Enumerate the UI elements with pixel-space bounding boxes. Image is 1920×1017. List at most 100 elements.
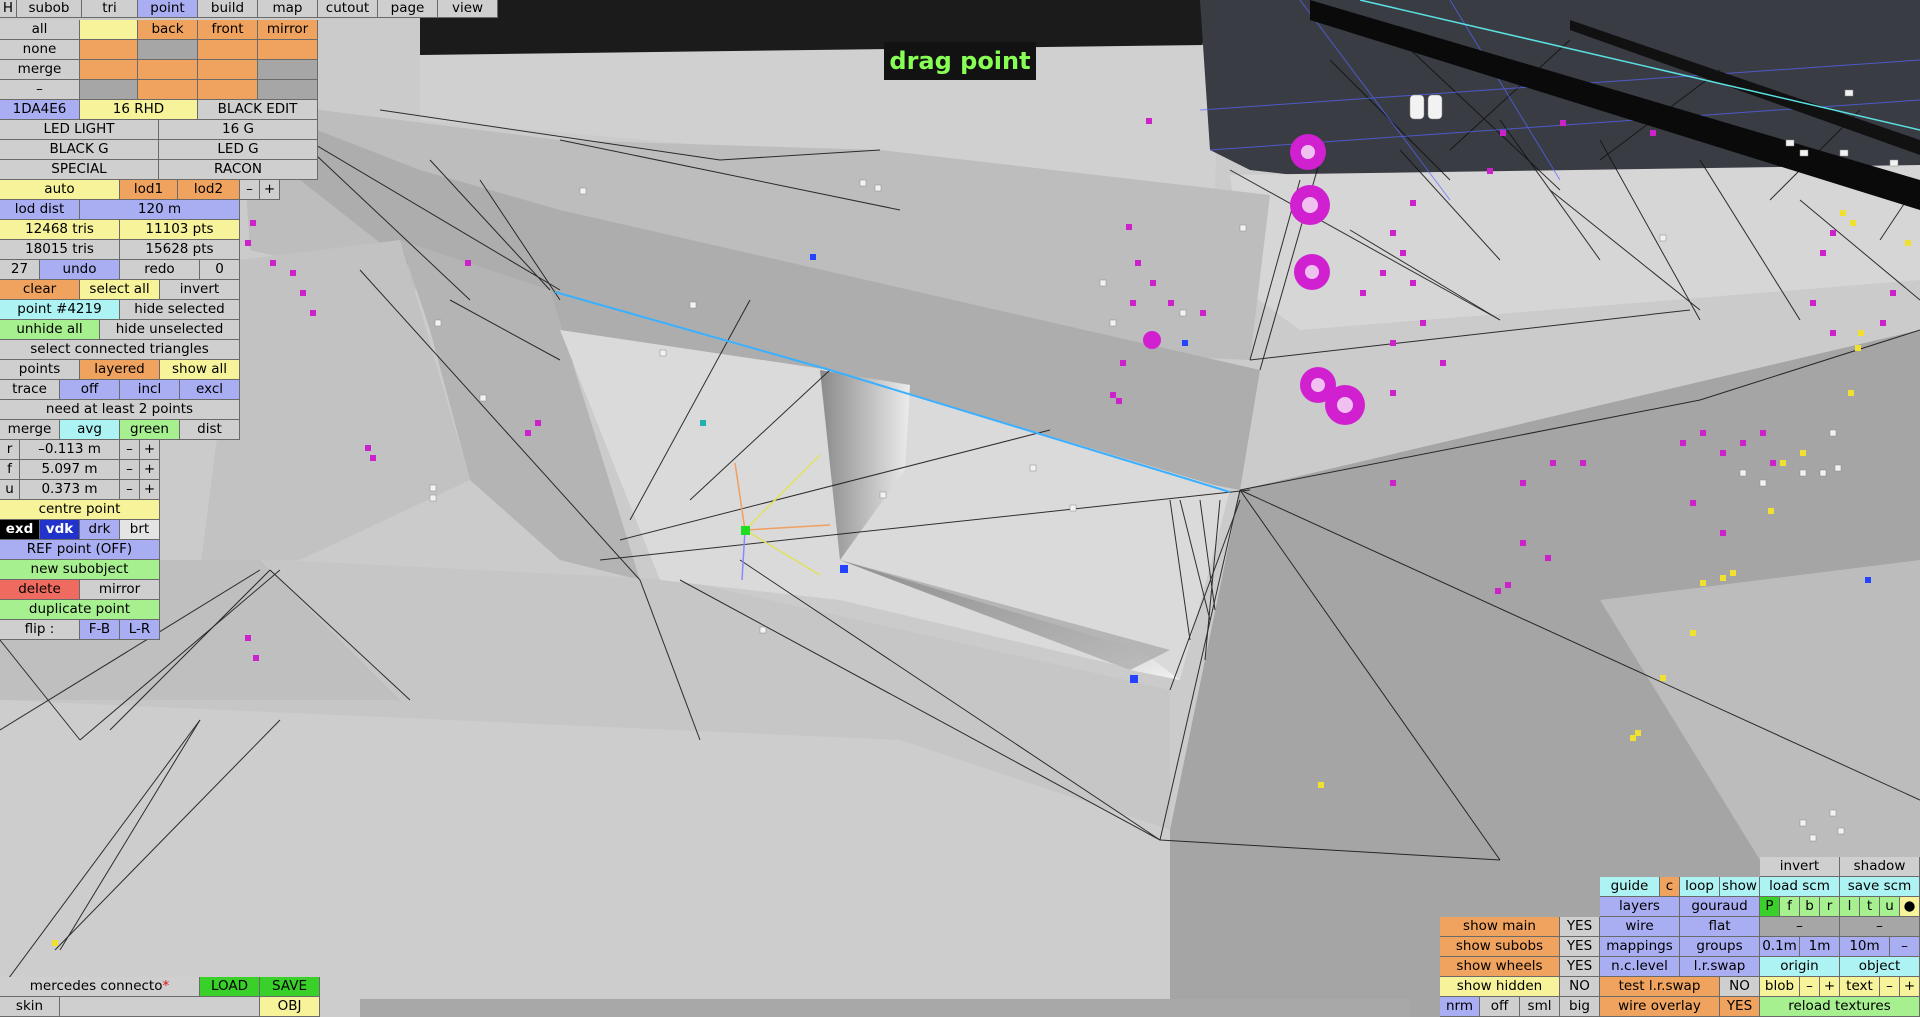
variant-racon[interactable]: RACON — [159, 160, 318, 180]
dash-row[interactable]: – — [0, 80, 80, 100]
variant-black-g[interactable]: BLACK G — [0, 140, 159, 160]
save-scm-button[interactable]: save scm — [1840, 877, 1920, 897]
variant-16-rhd[interactable]: 16 RHD — [80, 100, 198, 120]
gouraud-button[interactable]: gouraud — [1680, 897, 1760, 917]
unhide-all-button[interactable]: unhide all — [0, 320, 100, 340]
c-button[interactable]: c — [1660, 877, 1680, 897]
trace-button[interactable]: trace — [0, 380, 60, 400]
mode-drk-button[interactable]: drk — [80, 520, 120, 540]
hide-unselected-button[interactable]: hide unselected — [100, 320, 240, 340]
mode-vdk-button[interactable]: vdk — [40, 520, 80, 540]
menu-map[interactable]: map — [258, 0, 318, 18]
wire-overlay-value[interactable]: YES — [1720, 997, 1760, 1017]
swatch-dash-4[interactable] — [258, 80, 318, 100]
view-dot-button[interactable]: ● — [1900, 897, 1920, 917]
coord-u-plus[interactable]: + — [140, 480, 160, 500]
swatch-dash-2[interactable] — [138, 80, 198, 100]
mode-brt-button[interactable]: brt — [120, 520, 160, 540]
text-minus-button[interactable]: – — [1880, 977, 1900, 997]
lod-auto-button[interactable]: auto — [0, 180, 120, 200]
coord-f-plus[interactable]: + — [140, 460, 160, 480]
centre-point-button[interactable]: centre point — [0, 500, 160, 520]
test-lr-swap-button[interactable]: test l.r.swap — [1600, 977, 1720, 997]
delete-button[interactable]: delete — [0, 580, 80, 600]
show-button[interactable]: show — [1720, 877, 1760, 897]
groups-button[interactable]: groups — [1680, 937, 1760, 957]
layers-button[interactable]: layers — [1600, 897, 1680, 917]
blob-button[interactable]: blob — [1760, 977, 1800, 997]
variant-led-light[interactable]: LED LIGHT — [0, 120, 159, 140]
coord-r-minus[interactable]: – — [120, 440, 140, 460]
blob-plus-button[interactable]: + — [1820, 977, 1840, 997]
swatch-none-3[interactable] — [198, 40, 258, 60]
new-subobject-button[interactable]: new subobject — [0, 560, 160, 580]
lod-minus-button[interactable]: – — [240, 180, 260, 200]
show-hidden-value[interactable]: NO — [1560, 977, 1600, 997]
menu-view[interactable]: view — [438, 0, 498, 18]
view-b-button[interactable]: b — [1800, 897, 1820, 917]
size-off-button[interactable]: off — [1480, 997, 1520, 1017]
show-main-button[interactable]: show main — [1440, 917, 1560, 937]
view-t-button[interactable]: t — [1860, 897, 1880, 917]
avg-button[interactable]: avg — [60, 420, 120, 440]
lod-dist-value[interactable]: 120 m — [80, 200, 240, 220]
origin-button[interactable]: origin — [1760, 957, 1840, 977]
text-plus-button[interactable]: + — [1900, 977, 1920, 997]
menu-cutout[interactable]: cutout — [318, 0, 378, 18]
view-r-button[interactable]: r — [1820, 897, 1840, 917]
swatch-all-1[interactable] — [80, 20, 138, 40]
menu-subob[interactable]: subob — [17, 0, 82, 18]
lod-plus-button[interactable]: + — [260, 180, 280, 200]
mirror-button[interactable]: mirror — [258, 20, 318, 40]
obj-button[interactable]: OBJ — [260, 997, 320, 1017]
dash-button-2[interactable]: – — [1840, 917, 1920, 937]
object-button[interactable]: object — [1840, 957, 1920, 977]
size-nrm-button[interactable]: nrm — [1440, 997, 1480, 1017]
trace-excl-button[interactable]: excl — [180, 380, 240, 400]
variant-special[interactable]: SPECIAL — [0, 160, 159, 180]
show-subobs-value[interactable]: YES — [1560, 937, 1600, 957]
mappings-button[interactable]: mappings — [1600, 937, 1680, 957]
coord-r-value[interactable]: –0.113 m — [20, 440, 120, 460]
redo-button[interactable]: redo — [120, 260, 200, 280]
swatch-merge-2[interactable] — [138, 60, 198, 80]
swatch-dash-3[interactable] — [198, 80, 258, 100]
menu-page[interactable]: page — [378, 0, 438, 18]
swatch-merge-4[interactable] — [258, 60, 318, 80]
coord-u-minus[interactable]: – — [120, 480, 140, 500]
dist-button[interactable]: dist — [180, 420, 240, 440]
show-wheels-button[interactable]: show wheels — [1440, 957, 1560, 977]
variant-led-g[interactable]: LED G — [159, 140, 318, 160]
swatch-none-2[interactable] — [138, 40, 198, 60]
view-f-button[interactable]: f — [1780, 897, 1800, 917]
flip-lr-button[interactable]: L-R — [120, 620, 160, 640]
view-p-button[interactable]: P — [1760, 897, 1780, 917]
wire-overlay-button[interactable]: wire overlay — [1600, 997, 1720, 1017]
blob-minus-button[interactable]: – — [1800, 977, 1820, 997]
step-minus-button[interactable]: – — [1890, 937, 1920, 957]
skin-field[interactable] — [60, 997, 260, 1017]
flip-fb-button[interactable]: F-B — [80, 620, 120, 640]
swatch-dash-1[interactable] — [80, 80, 138, 100]
file-name-field[interactable]: mercedes connecto * — [0, 977, 200, 997]
invert-selection-button[interactable]: invert — [160, 280, 240, 300]
menu-tri[interactable]: tri — [82, 0, 138, 18]
coord-r-plus[interactable]: + — [140, 440, 160, 460]
variant-16-g[interactable]: 16 G — [159, 120, 318, 140]
select-connected-triangles-button[interactable]: select connected triangles — [0, 340, 240, 360]
swatch-merge-3[interactable] — [198, 60, 258, 80]
save-button[interactable]: SAVE — [260, 977, 320, 997]
lr-swap-button[interactable]: l.r.swap — [1680, 957, 1760, 977]
text-button[interactable]: text — [1840, 977, 1880, 997]
trace-incl-button[interactable]: incl — [120, 380, 180, 400]
coord-f-value[interactable]: 5.097 m — [20, 460, 120, 480]
select-all-row[interactable]: all — [0, 20, 80, 40]
coord-f-minus[interactable]: – — [120, 460, 140, 480]
select-all-button[interactable]: select all — [80, 280, 160, 300]
mode-exd-button[interactable]: exd — [0, 520, 40, 540]
dash-button-1[interactable]: – — [1760, 917, 1840, 937]
trace-off-button[interactable]: off — [60, 380, 120, 400]
shadow-button[interactable]: shadow — [1840, 857, 1920, 877]
layered-button[interactable]: layered — [80, 360, 160, 380]
select-none-row[interactable]: none — [0, 40, 80, 60]
